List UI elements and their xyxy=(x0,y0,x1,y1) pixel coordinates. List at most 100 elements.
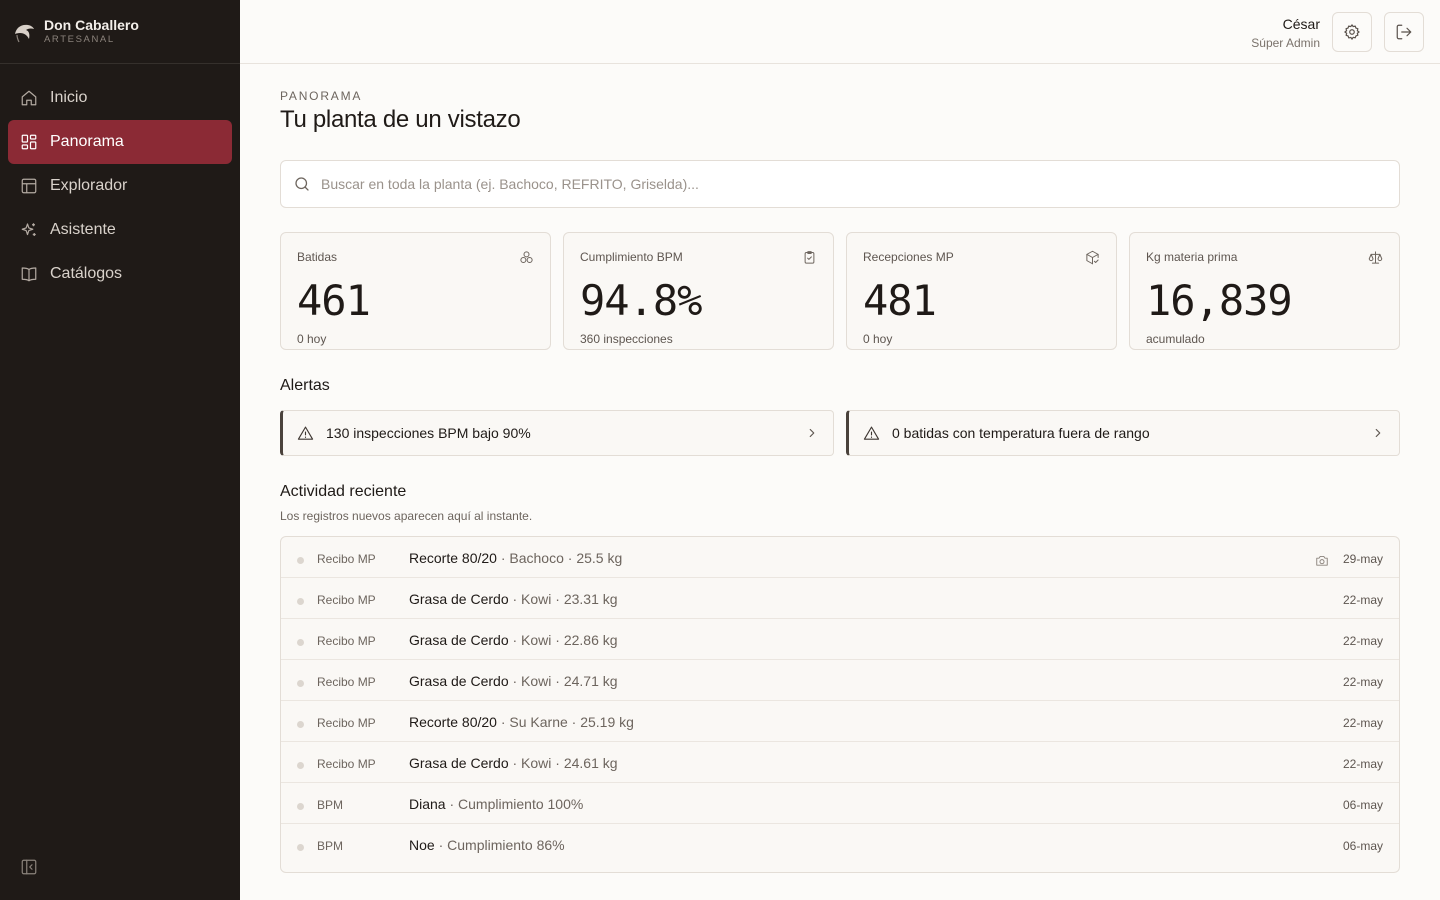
row-date: 22-may xyxy=(1342,634,1383,648)
topbar: César Súper Admin xyxy=(240,0,1440,64)
stat-subtext: 0 hoy xyxy=(297,332,327,346)
user-role: Súper Admin xyxy=(1251,36,1320,50)
status-dot xyxy=(297,680,304,687)
sidebar-item-label: Explorador xyxy=(50,177,128,194)
status-dot xyxy=(297,598,304,605)
brand-subtitle: ARTESANAL xyxy=(44,34,115,45)
row-type: Recibo MP xyxy=(317,593,376,607)
alerts-title: Alertas xyxy=(280,377,330,394)
sidebar-collapse-icon[interactable] xyxy=(20,858,38,876)
clipboard-check-icon xyxy=(804,251,815,264)
row-type: Recibo MP xyxy=(317,634,376,648)
alert-text: 130 inspecciones BPM bajo 90% xyxy=(326,425,531,441)
list-item[interactable]: Recibo MP Grasa de Cerdo · Kowi · 23.31 … xyxy=(281,578,1399,619)
sidebar-item-label: Inicio xyxy=(50,89,88,106)
stat-subtext: 360 inspecciones xyxy=(580,332,673,346)
row-type: BPM xyxy=(317,798,344,812)
row-summary: Grasa de Cerdo · Kowi · 24.61 kg xyxy=(409,755,618,771)
status-dot xyxy=(297,844,304,851)
user-info: César Súper Admin xyxy=(1251,15,1320,51)
search-input[interactable] xyxy=(321,176,1371,192)
list-item[interactable]: Recibo MP Grasa de Cerdo · Kowi · 22.86 … xyxy=(281,619,1399,660)
row-summary: Recorte 80/20 · Su Karne · 25.19 kg xyxy=(409,714,634,730)
book-icon xyxy=(21,267,37,282)
list-item[interactable]: Recibo MP Recorte 80/20 · Bachoco · 25.5… xyxy=(281,537,1399,578)
row-date: 06-may xyxy=(1342,798,1383,812)
status-dot xyxy=(297,803,304,810)
stat-value: 94.8% xyxy=(580,276,702,325)
status-dot xyxy=(297,639,304,646)
logout-icon xyxy=(1396,24,1412,40)
row-date: 22-may xyxy=(1342,593,1383,607)
search-icon xyxy=(295,177,309,191)
stat-value: 481 xyxy=(863,276,937,325)
sidebar-item-explorador[interactable]: Explorador xyxy=(8,164,232,208)
sidebar-item-asistente[interactable]: Asistente xyxy=(8,208,232,252)
stat-card-batidas: Batidas 461 0 hoy xyxy=(280,232,551,350)
chevron-right-icon xyxy=(1375,428,1381,438)
row-date: 06-may xyxy=(1342,839,1383,853)
row-date: 22-may xyxy=(1342,716,1383,730)
row-type: Recibo MP xyxy=(317,716,376,730)
row-title: Noe xyxy=(409,837,435,853)
stats-row: Batidas 461 0 hoy Cumplimiento BPM 94.8%… xyxy=(280,232,1400,350)
list-item[interactable]: Recibo MP Grasa de Cerdo · Kowi · 24.61 … xyxy=(281,742,1399,783)
stat-value: 16,839 xyxy=(1146,276,1293,325)
status-dot xyxy=(297,557,304,564)
row-detail: · Kowi · 23.31 kg xyxy=(508,591,618,607)
alert-item[interactable]: 130 inspecciones BPM bajo 90% xyxy=(280,410,834,456)
list-item[interactable]: Recibo MP Grasa de Cerdo · Kowi · 24.71 … xyxy=(281,660,1399,701)
row-summary: Recorte 80/20 · Bachoco · 25.5 kg xyxy=(409,550,622,566)
search-bar[interactable] xyxy=(280,160,1400,208)
row-detail: · Kowi · 24.71 kg xyxy=(508,673,618,689)
sidebar-item-label: Asistente xyxy=(50,221,116,238)
sparkles-icon xyxy=(21,223,36,236)
list-item[interactable]: Recibo MP Recorte 80/20 · Su Karne · 25.… xyxy=(281,701,1399,742)
logout-button[interactable] xyxy=(1384,12,1424,52)
row-type: Recibo MP xyxy=(317,757,376,771)
stat-label: Kg materia prima xyxy=(1146,250,1238,264)
row-title: Recorte 80/20 xyxy=(409,714,497,730)
row-detail: · Cumplimiento 86% xyxy=(434,837,565,853)
chevron-right-icon xyxy=(809,428,815,438)
row-title: Diana xyxy=(409,796,446,812)
row-detail: · Kowi · 22.86 kg xyxy=(508,632,618,648)
list-item[interactable]: BPM Diana · Cumplimiento 100% 06-may xyxy=(281,783,1399,824)
row-detail: · Su Karne · 25.19 kg xyxy=(496,714,634,730)
row-date: 22-may xyxy=(1342,757,1383,771)
stat-subtext: 0 hoy xyxy=(863,332,893,346)
gear-icon xyxy=(1344,24,1360,40)
stat-label: Batidas xyxy=(297,250,338,264)
cubes-icon xyxy=(520,251,533,263)
stat-value: 461 xyxy=(297,276,371,325)
brand[interactable]: Don Caballero ARTESANAL xyxy=(0,0,240,64)
row-summary: Grasa de Cerdo · Kowi · 22.86 kg xyxy=(409,632,618,648)
stat-card-recepciones: Recepciones MP 481 0 hoy xyxy=(846,232,1117,350)
row-title: Grasa de Cerdo xyxy=(409,591,509,607)
row-type: Recibo MP xyxy=(317,552,376,566)
brand-name: Don Caballero xyxy=(44,17,139,33)
row-summary: Grasa de Cerdo · Kowi · 23.31 kg xyxy=(409,591,618,607)
status-dot xyxy=(297,721,304,728)
activity-title: Actividad reciente xyxy=(280,483,407,500)
status-dot xyxy=(297,762,304,769)
page-title: Tu planta de un vistazo xyxy=(280,106,521,133)
row-detail: · Cumplimiento 100% xyxy=(445,796,584,812)
alert-item[interactable]: 0 batidas con temperatura fuera de rango xyxy=(846,410,1400,456)
package-check-icon xyxy=(1086,250,1099,265)
sidebar-item-catalogos[interactable]: Catálogos xyxy=(8,252,232,296)
sidebar-item-panorama[interactable]: Panorama xyxy=(8,120,232,164)
alert-text: 0 batidas con temperatura fuera de rango xyxy=(892,425,1150,441)
stat-subtext: acumulado xyxy=(1146,332,1205,346)
sidebar-item-label: Catálogos xyxy=(50,265,123,282)
row-title: Recorte 80/20 xyxy=(409,550,497,566)
sidebar: Don Caballero ARTESANAL Inicio Panorama … xyxy=(0,0,240,900)
settings-button[interactable] xyxy=(1332,12,1372,52)
list-item[interactable]: BPM Noe · Cumplimiento 86% 06-may xyxy=(281,824,1399,865)
camera-icon xyxy=(1316,555,1328,566)
sidebar-item-inicio[interactable]: Inicio xyxy=(8,76,232,120)
stat-card-kg: Kg materia prima 16,839 acumulado xyxy=(1129,232,1400,350)
stat-label: Cumplimiento BPM xyxy=(580,250,683,264)
stat-card-bpm: Cumplimiento BPM 94.8% 360 inspecciones xyxy=(563,232,834,350)
row-detail: · Bachoco · 25.5 kg xyxy=(496,550,623,566)
